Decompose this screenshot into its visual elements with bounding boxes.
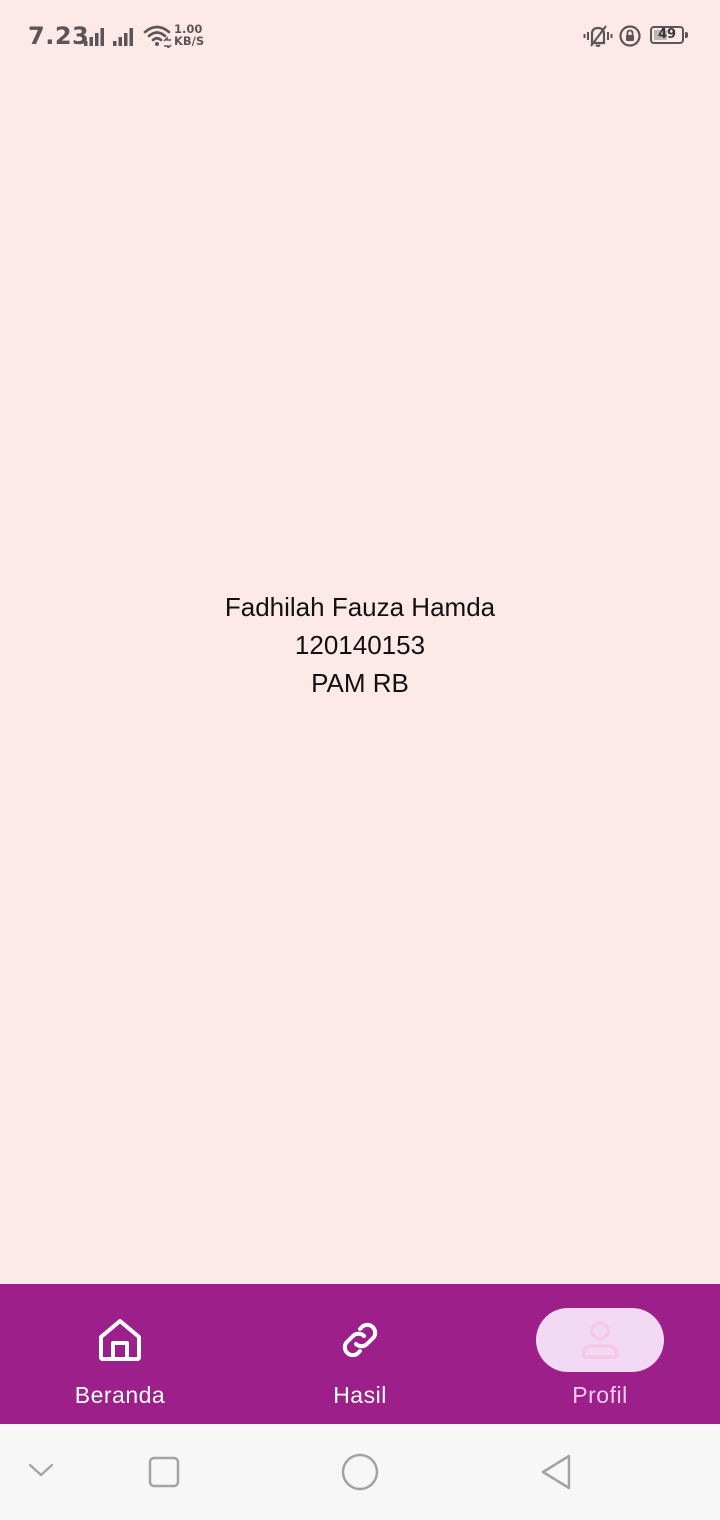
nav-label-hasil: Hasil <box>333 1382 387 1408</box>
status-bar: 7.23 1.00 KB/S 49 <box>0 0 720 76</box>
back-triangle-icon[interactable] <box>538 1452 574 1492</box>
rotation-lock-icon <box>619 25 641 47</box>
status-time: 7.23 <box>28 22 90 50</box>
network-speed: 1.00 KB/S <box>174 23 204 47</box>
vibrate-icon <box>583 25 613 47</box>
wifi-icon <box>143 25 172 48</box>
battery-level: 49 <box>657 27 677 42</box>
nav-label-beranda: Beranda <box>74 1382 166 1408</box>
profile-class: PAM RB <box>311 668 409 698</box>
profile-screen: 7.23 1.00 KB/S 49 Fadhilah Fauza Hamda 1… <box>0 0 720 1520</box>
system-navigation-bar <box>0 1424 720 1520</box>
profile-student-id: 120140153 <box>294 630 426 660</box>
battery-icon: 49 <box>650 26 688 44</box>
profile-info: Fadhilah Fauza Hamda 120140153 PAM RB <box>0 588 720 702</box>
nav-label-profil: Profil <box>572 1382 628 1408</box>
nav-item-beranda[interactable]: Beranda <box>0 1284 240 1424</box>
home-circle-icon[interactable] <box>340 1452 380 1492</box>
signal-strength-icon <box>84 28 104 46</box>
nav-item-profil[interactable]: Profil <box>480 1284 720 1424</box>
recents-square-icon[interactable] <box>148 1456 180 1488</box>
person-icon <box>582 1321 618 1359</box>
nav-item-hasil[interactable]: Hasil <box>240 1284 480 1424</box>
profile-name: Fadhilah Fauza Hamda <box>224 592 496 622</box>
network-speed-unit: KB/S <box>174 34 205 48</box>
chevron-down-icon[interactable] <box>28 1462 54 1478</box>
signal-strength-icon <box>113 28 133 46</box>
link-icon <box>342 1322 378 1358</box>
bottom-navigation: Beranda Hasil Profil <box>0 1284 720 1424</box>
home-icon <box>99 1319 141 1361</box>
